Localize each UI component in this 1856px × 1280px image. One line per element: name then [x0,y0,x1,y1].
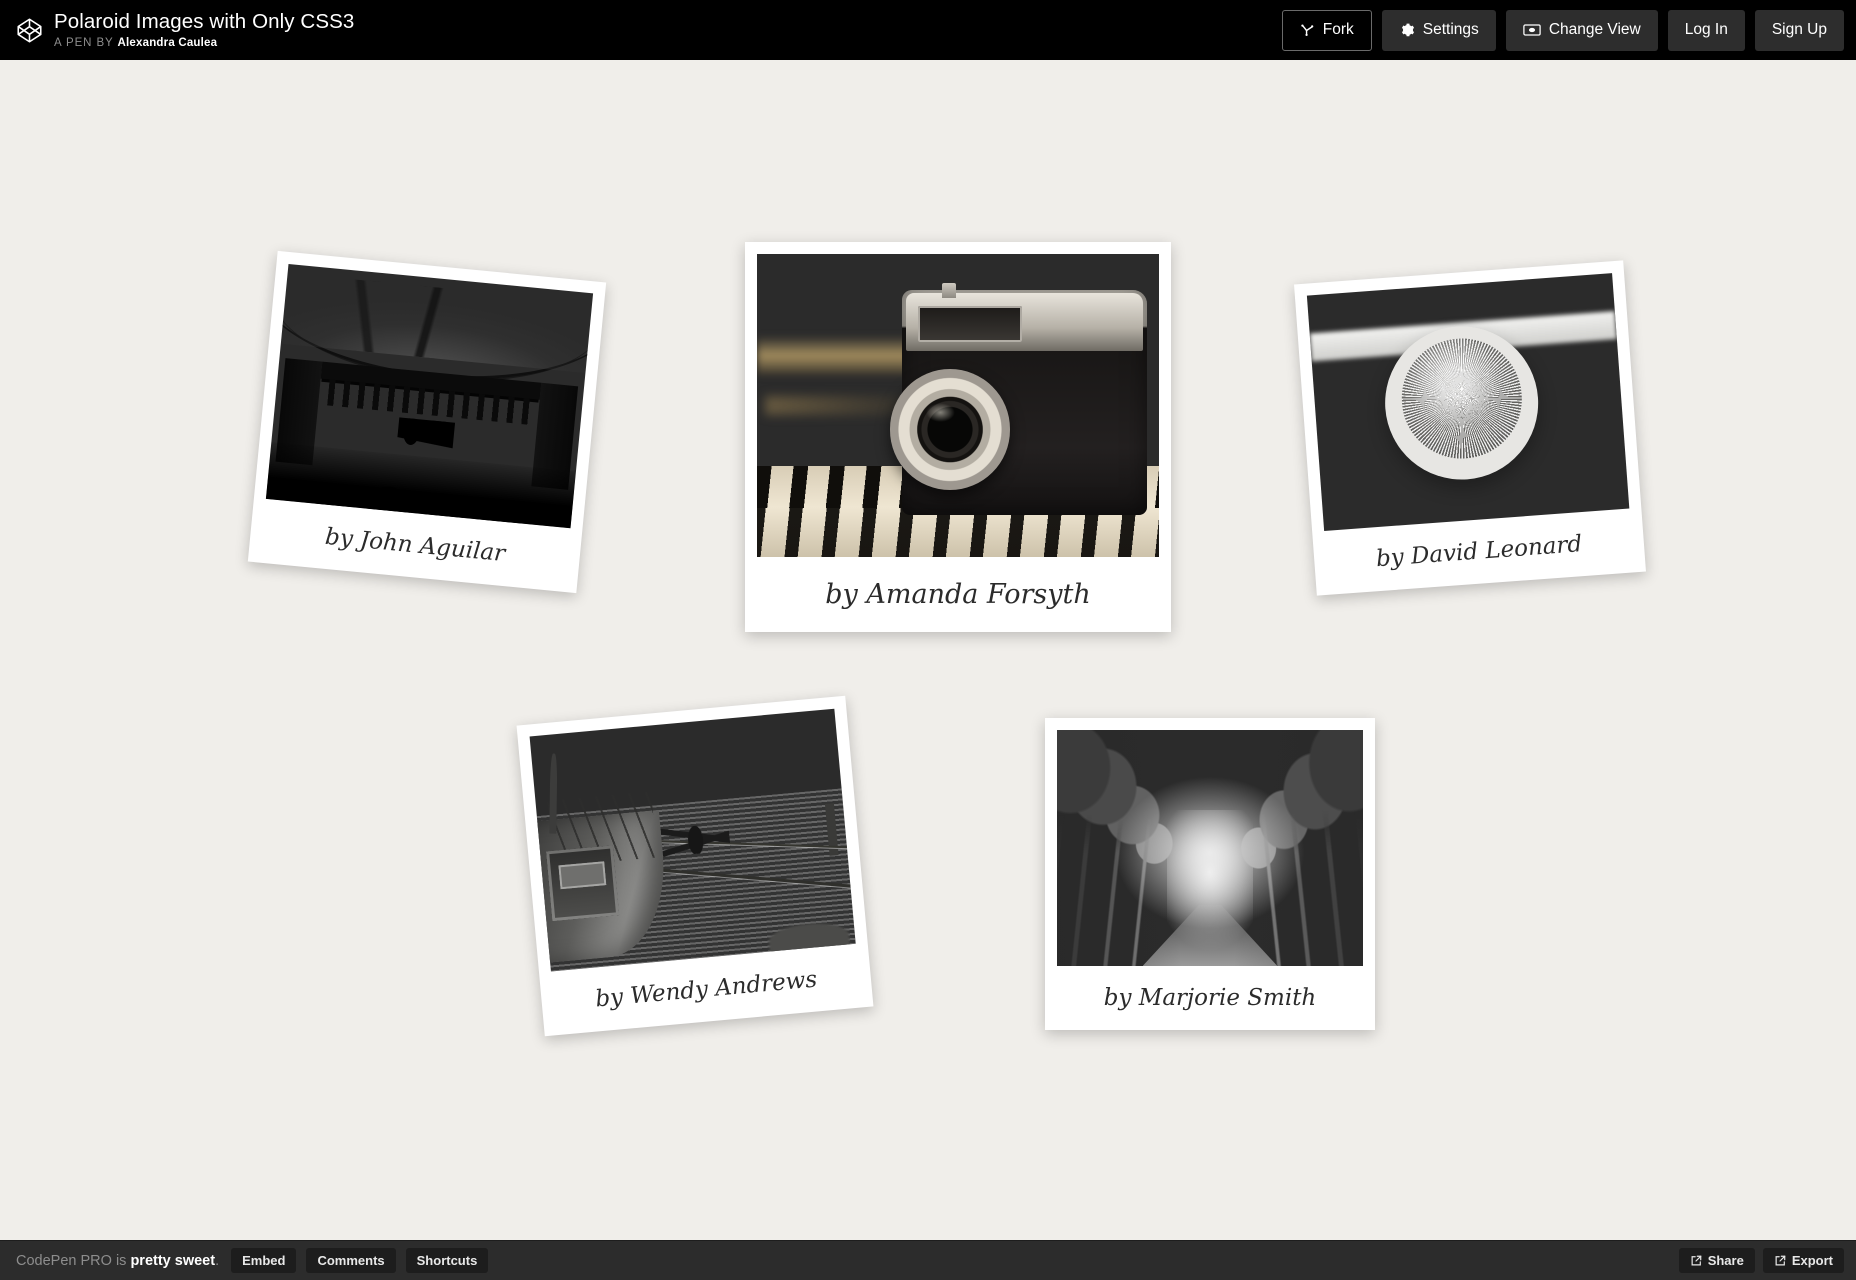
export-button[interactable]: Export [1763,1248,1844,1273]
fork-icon [1300,23,1315,38]
pen-result-canvas: by John Aguilar by Amanda Forsyth by Dav… [0,60,1856,1254]
external-link-icon [1690,1255,1702,1267]
comments-button[interactable]: Comments [306,1248,395,1273]
shortcuts-button-label: Shortcuts [417,1253,478,1268]
change-view-button[interactable]: Change View [1506,10,1658,51]
pro-promo-text: CodePen PRO is pretty sweet. [16,1253,219,1269]
polaroid-card[interactable]: by Wendy Andrews [517,696,874,1037]
bottom-left-actions: Embed Comments Shortcuts [231,1248,488,1273]
vintage-camera-on-piano-photo [757,254,1159,557]
share-button[interactable]: Share [1679,1248,1755,1273]
comments-button-label: Comments [317,1253,384,1268]
gear-icon [1399,22,1415,38]
fork-button[interactable]: Fork [1282,10,1372,51]
foggy-tree-lined-road-photo [1057,730,1363,966]
polaroid-caption: by Marjorie Smith [1057,966,1363,1030]
sign-up-button[interactable]: Sign Up [1755,10,1844,51]
page-title: Polaroid Images with Only CSS3 [54,11,354,33]
pen-author-link[interactable]: Alexandra Caulea [118,37,218,49]
shortcuts-button[interactable]: Shortcuts [406,1248,489,1273]
sign-up-button-label: Sign Up [1772,21,1827,39]
export-button-label: Export [1792,1253,1833,1268]
external-link-icon [1774,1255,1786,1267]
share-button-label: Share [1708,1253,1744,1268]
polaroid-card[interactable]: by Amanda Forsyth [745,242,1171,632]
pen-byline: A PEN BY Alexandra Caulea [54,37,354,49]
bottom-right-actions: Share Export [1679,1248,1844,1273]
change-view-button-label: Change View [1549,21,1641,39]
log-in-button[interactable]: Log In [1668,10,1745,51]
concert-stage-silhouette-photo [266,264,593,528]
codepen-logo-icon[interactable] [10,11,48,49]
boat-and-cormorant-photo [530,709,856,972]
polaroid-caption: by Amanda Forsyth [757,557,1159,632]
byline-prefix: A PEN BY [54,37,113,49]
fork-button-label: Fork [1323,21,1354,39]
polaroid-card[interactable]: by John Aguilar [248,251,606,593]
settings-button[interactable]: Settings [1382,10,1496,51]
polaroid-card[interactable]: by Marjorie Smith [1045,718,1375,1030]
pro-promo-suffix: . [215,1253,219,1269]
polaroid-card[interactable]: by David Leonard [1294,260,1646,595]
log-in-button-label: Log In [1685,21,1728,39]
pen-title-block: Polaroid Images with Only CSS3 A PEN BY … [54,11,354,49]
topbar-actions: Fork Settings Change View Log In [1282,10,1844,51]
embed-button-label: Embed [242,1253,285,1268]
embed-button[interactable]: Embed [231,1248,296,1273]
pro-promo-bold: pretty sweet [130,1253,215,1269]
codepen-top-bar: Polaroid Images with Only CSS3 A PEN BY … [0,0,1856,60]
change-view-icon [1523,23,1541,37]
codepen-bottom-bar: CodePen PRO is pretty sweet. Embed Comme… [0,1240,1856,1280]
settings-button-label: Settings [1423,21,1479,39]
pro-promo-prefix: CodePen PRO is [16,1253,130,1269]
cactus-in-pot-photo [1307,273,1629,531]
